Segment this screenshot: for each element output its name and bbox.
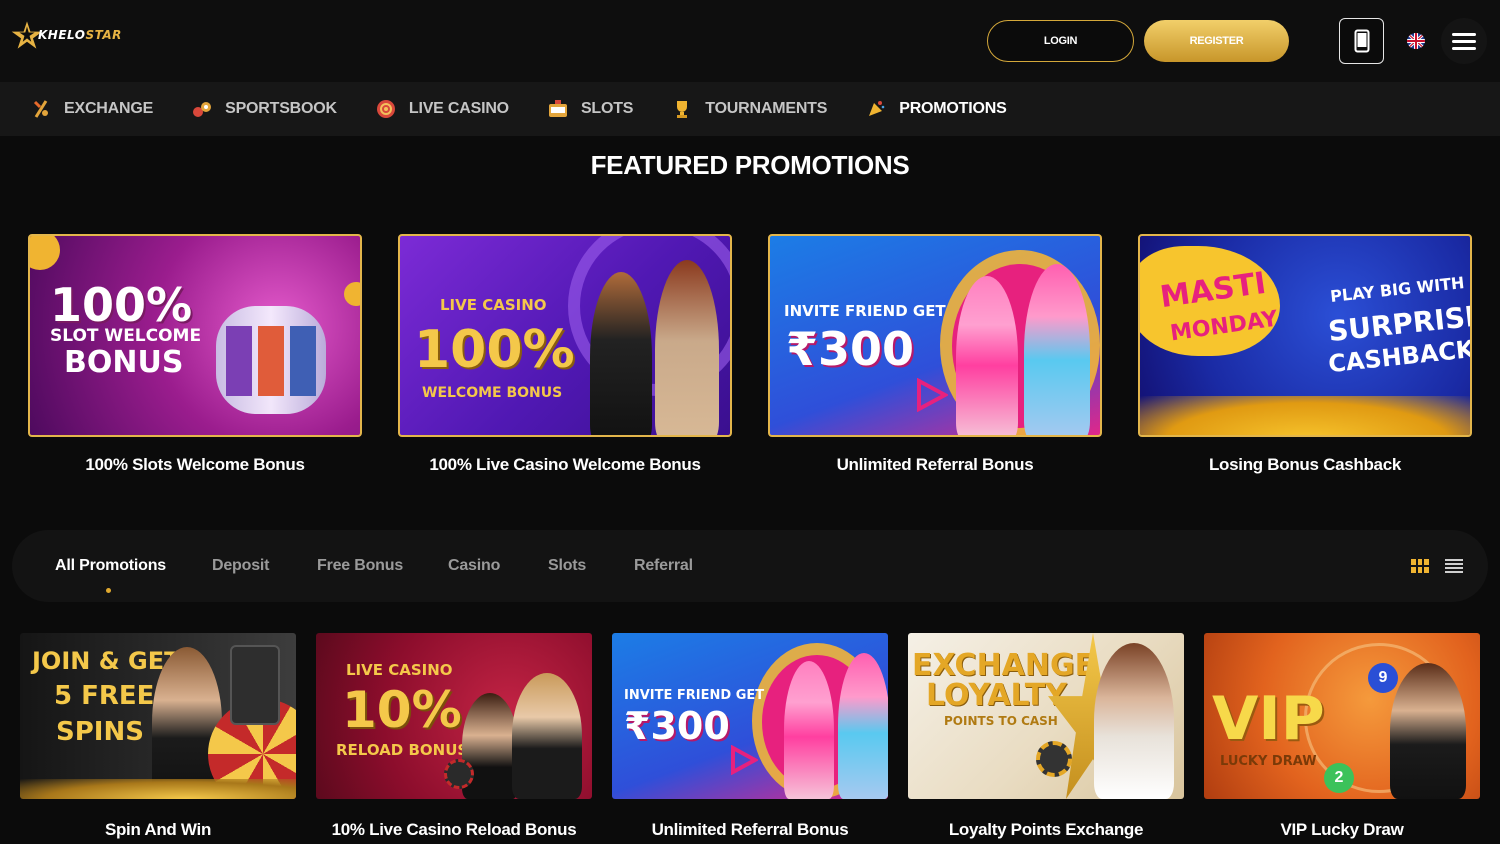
nav-item-slots[interactable]: SLOTS	[548, 99, 633, 119]
lottery-ball-icon: 2	[1324, 763, 1354, 793]
filter-tab-referral[interactable]: Referral	[634, 557, 693, 575]
logo-text: KHELOSTAR	[38, 28, 122, 42]
promo-banner-image: EXCHANGE LOYALTY POINTS TO CASH	[908, 633, 1184, 799]
promo-card-label: VIP Lucky Draw	[1280, 820, 1404, 839]
featured-card-slots-welcome[interactable]: 100% SLOT WELCOME BONUS 100% Slots Welco…	[28, 234, 362, 475]
featured-banner-image: INVITE FRIEND GET ₹300	[768, 234, 1102, 437]
featured-card-live-casino-welcome[interactable]: LIVE CASINO 100% WELCOME BONUS 100% Live…	[398, 234, 732, 475]
featured-card-label: 100% Slots Welcome Bonus	[85, 455, 305, 474]
mobile-app-button[interactable]	[1339, 18, 1384, 64]
register-button[interactable]: REGISTER	[1144, 20, 1289, 62]
nav-item-promotions[interactable]: PROMOTIONS	[866, 99, 1007, 119]
nav-item-tournaments[interactable]: TOURNAMENTS	[672, 99, 827, 119]
active-filter-indicator	[106, 588, 111, 593]
main-nav: EXCHANGE SPORTSBOOK LIVE CASINO SLOTS TO…	[0, 82, 1500, 136]
grid-view-icon[interactable]	[1411, 559, 1429, 573]
lottery-ball-icon: 9	[1368, 663, 1398, 693]
nav-item-exchange[interactable]: EXCHANGE	[31, 99, 153, 119]
featured-card-label: 100% Live Casino Welcome Bonus	[429, 455, 701, 474]
promo-card-label: 10% Live Casino Reload Bonus	[331, 820, 577, 839]
promo-card-spin-and-win[interactable]: JOIN & GET 5 FREE SPINS Spin And Win	[20, 633, 296, 840]
promo-card-loyalty-exchange[interactable]: EXCHANGE LOYALTY POINTS TO CASH Loyalty …	[908, 633, 1184, 840]
play-arrow-icon	[731, 745, 758, 775]
featured-promotions-title: FEATURED PROMOTIONS	[590, 150, 910, 180]
promo-banner-image: JOIN & GET 5 FREE SPINS	[20, 633, 296, 799]
slots-icon	[548, 99, 568, 119]
promo-card-label: Unlimited Referral Bonus	[651, 820, 849, 839]
khelostar-logo[interactable]: KHELOSTAR	[10, 18, 145, 52]
nav-item-sportsbook[interactable]: SPORTSBOOK	[192, 99, 337, 119]
menu-hamburger-icon[interactable]	[1441, 18, 1487, 64]
featured-card-referral[interactable]: INVITE FRIEND GET ₹300 Unlimited Referra…	[768, 234, 1102, 475]
trophy-icon	[672, 99, 692, 119]
filter-tab-all-promotions[interactable]: All Promotions	[55, 557, 166, 575]
promo-card-vip-lucky-draw[interactable]: VIP LUCKY DRAW 9 2 VIP Lucky Draw	[1204, 633, 1480, 840]
promo-banner-image: INVITE FRIEND GET ₹300	[612, 633, 888, 799]
featured-banner-image: LIVE CASINO 100% WELCOME BONUS	[398, 234, 732, 437]
filter-tab-casino[interactable]: Casino	[448, 557, 500, 575]
mobile-phone-icon	[1354, 29, 1369, 53]
promo-card-label: Spin And Win	[104, 820, 212, 839]
promo-card-label: Loyalty Points Exchange	[948, 820, 1144, 839]
top-header: KHELOSTAR LOGIN REGISTER	[0, 0, 1500, 82]
filter-tab-slots[interactable]: Slots	[548, 557, 586, 575]
featured-card-label: Losing Bonus Cashback	[1208, 455, 1402, 474]
featured-card-label: Unlimited Referral Bonus	[836, 455, 1034, 474]
language-flag-uk-icon[interactable]	[1407, 33, 1425, 49]
promo-banner-image: LIVE CASINO 10% RELOAD BONUS	[316, 633, 592, 799]
promo-banner-image: VIP LUCKY DRAW 9 2	[1204, 633, 1480, 799]
exchange-icon	[31, 99, 51, 119]
promo-card-referral[interactable]: INVITE FRIEND GET ₹300 Unlimited Referra…	[612, 633, 888, 840]
filter-tab-deposit[interactable]: Deposit	[212, 557, 269, 575]
live-casino-icon	[376, 99, 396, 119]
promotion-filter-bar: All Promotions Deposit Free Bonus Casino…	[12, 530, 1488, 602]
featured-banner-image: MASTI MONDAY PLAY BIG WITH SURPRISE CASH…	[1138, 234, 1472, 437]
featured-card-cashback[interactable]: MASTI MONDAY PLAY BIG WITH SURPRISE CASH…	[1138, 234, 1472, 475]
play-arrow-icon	[917, 378, 948, 412]
login-button[interactable]: LOGIN	[987, 20, 1134, 62]
promotions-icon	[866, 99, 886, 119]
filter-tab-free-bonus[interactable]: Free Bonus	[317, 557, 403, 575]
promo-card-live-casino-reload[interactable]: LIVE CASINO 10% RELOAD BONUS 10% Live Ca…	[316, 633, 592, 840]
sportsbook-icon	[192, 99, 212, 119]
nav-item-live-casino[interactable]: LIVE CASINO	[376, 99, 509, 119]
list-view-icon[interactable]	[1445, 559, 1463, 573]
featured-banner-image: 100% SLOT WELCOME BONUS	[28, 234, 362, 437]
